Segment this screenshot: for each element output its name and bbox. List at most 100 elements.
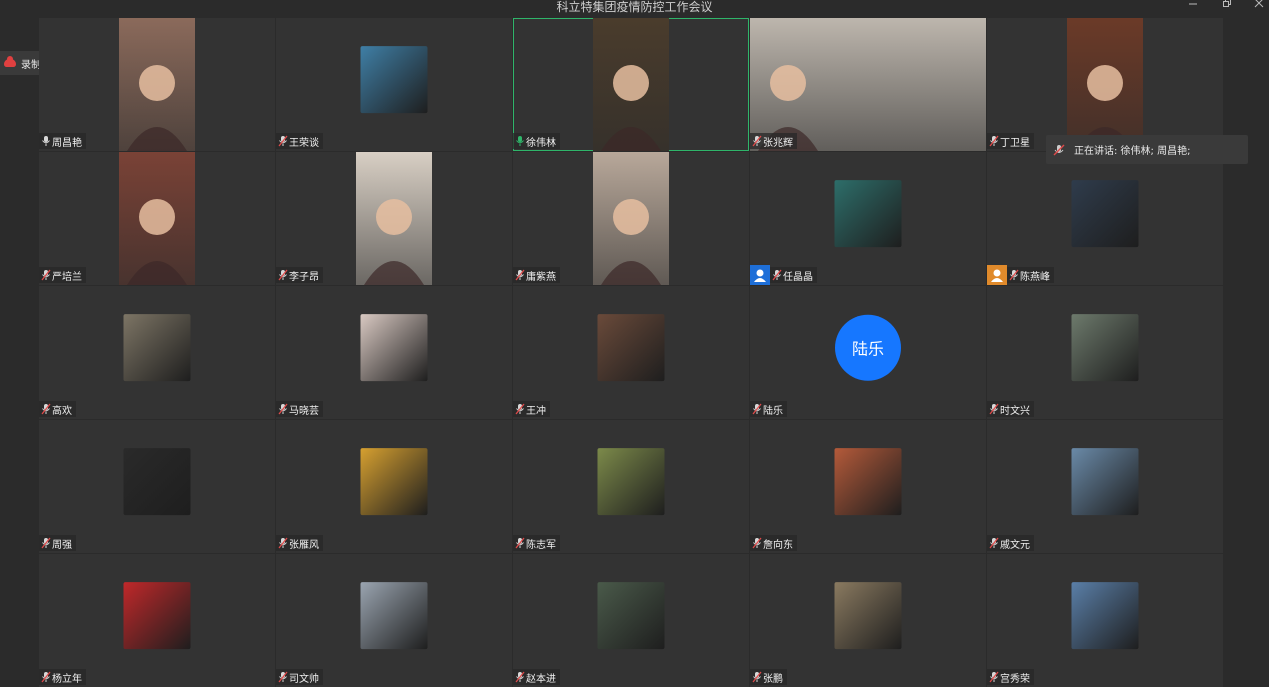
participant-tile[interactable]: 王荣谈: [276, 18, 512, 151]
participant-name: 陈志军: [526, 539, 556, 551]
profile-picture: [123, 313, 191, 381]
participant-namebar: 李子昂: [276, 267, 323, 283]
participant-tile[interactable]: 司文帅: [276, 554, 512, 687]
participant-name: 杨立年: [52, 673, 82, 685]
participant-tile[interactable]: 周昌艳: [39, 18, 275, 151]
muted-mic-icon: [41, 269, 51, 281]
participant-name: 詹向东: [763, 539, 793, 551]
participant-namebar: 司文帅: [276, 669, 323, 685]
participant-name: 陆乐: [763, 405, 783, 417]
participant-namebar: 严培兰: [39, 267, 86, 283]
muted-mic-icon: [41, 671, 51, 683]
profile-picture: [123, 581, 191, 649]
profile-picture: [360, 45, 428, 113]
participant-tile[interactable]: 杨立年: [39, 554, 275, 687]
profile-picture: [1071, 581, 1139, 649]
participant-tile[interactable]: 马晓芸: [276, 286, 512, 419]
participant-tile[interactable]: 陈燕峰: [987, 152, 1223, 285]
muted-mic-icon: [278, 269, 288, 281]
muted-mic-icon: [278, 537, 288, 549]
minimize-icon: [1189, 3, 1197, 5]
muted-mic-icon: [989, 403, 999, 415]
participant-video: [1067, 18, 1143, 151]
muted-mic-icon: [772, 269, 782, 281]
participant-name: 张鹏: [763, 673, 783, 685]
participant-namebar: 任晶晶: [750, 265, 817, 285]
participant-name: 马晓芸: [289, 405, 319, 417]
profile-picture: [834, 581, 902, 649]
participant-name: 时文兴: [1000, 405, 1030, 417]
participant-name: 王冲: [526, 405, 546, 417]
profile-picture: [834, 179, 902, 247]
muted-mic-icon: [41, 537, 51, 549]
participant-tile[interactable]: 戚文元: [987, 420, 1223, 553]
participant-name: 高欢: [52, 405, 72, 417]
user-avatar-icon: [750, 265, 770, 285]
speaking-text: 正在讲话: 徐伟林; 周昌艳;: [1074, 146, 1191, 157]
participant-tile[interactable]: 詹向东: [750, 420, 986, 553]
participant-tile[interactable]: 周强: [39, 420, 275, 553]
avatar-initials: 陆乐: [835, 314, 901, 381]
muted-mic-icon: [752, 671, 762, 683]
participant-tile[interactable]: 张雁风: [276, 420, 512, 553]
participant-tile[interactable]: 张鹏: [750, 554, 986, 687]
participant-name: 张兆辉: [763, 137, 793, 149]
muted-mic-icon: [989, 671, 999, 683]
participant-grid: 周昌艳 王荣谈 徐伟林 张兆辉 丁卫星 严培兰 李子昂 庸紫燕 任晶晶 陈燕峰 高欢 马晓芸 王冲 陆乐陆…: [39, 18, 1223, 687]
participant-tile[interactable]: 严培兰: [39, 152, 275, 285]
participant-name: 严培兰: [52, 271, 82, 283]
participant-tile[interactable]: 陆乐 陆乐: [750, 286, 986, 419]
participant-namebar: 詹向东: [750, 535, 797, 551]
user-avatar-icon: [987, 265, 1007, 285]
participant-namebar: 张兆辉: [750, 133, 797, 149]
participant-namebar: 戚文元: [987, 535, 1034, 551]
muted-mic-icon: [41, 403, 51, 415]
participant-namebar: 王荣谈: [276, 133, 323, 149]
mic-icon: [41, 135, 51, 147]
participant-tile[interactable]: 张兆辉: [750, 18, 986, 151]
profile-picture: [597, 581, 665, 649]
participant-tile[interactable]: 丁卫星: [987, 18, 1223, 151]
participant-namebar: 时文兴: [987, 401, 1034, 417]
participant-name: 王荣谈: [289, 137, 319, 149]
profile-picture: [360, 581, 428, 649]
participant-name: 徐伟林: [526, 137, 556, 149]
muted-mic-icon: [515, 269, 525, 281]
participant-namebar: 杨立年: [39, 669, 86, 685]
muted-mic-icon: [752, 537, 762, 549]
participant-video: [119, 152, 195, 285]
participant-name: 赵本进: [526, 673, 556, 685]
participant-namebar: 张雁风: [276, 535, 323, 551]
participant-tile[interactable]: 宫秀荣: [987, 554, 1223, 687]
participant-namebar: 高欢: [39, 401, 76, 417]
participant-tile[interactable]: 王冲: [513, 286, 749, 419]
muted-mic-icon: [752, 135, 762, 147]
participant-tile[interactable]: 庸紫燕: [513, 152, 749, 285]
muted-mic-icon: [278, 671, 288, 683]
participant-tile[interactable]: 任晶晶: [750, 152, 986, 285]
participant-video: [593, 152, 669, 285]
muted-mic-icon: [515, 403, 525, 415]
profile-picture: [1071, 179, 1139, 247]
participant-tile[interactable]: 时文兴: [987, 286, 1223, 419]
participant-name: 张雁风: [289, 539, 319, 551]
muted-mic-icon: [752, 403, 762, 415]
participant-tile[interactable]: 高欢: [39, 286, 275, 419]
participant-namebar: 张鹏: [750, 669, 787, 685]
profile-picture: [597, 313, 665, 381]
participant-namebar: 陈志军: [513, 535, 560, 551]
participant-tile[interactable]: 陈志军: [513, 420, 749, 553]
participant-tile[interactable]: 徐伟林: [513, 18, 749, 151]
mic-icon: [515, 135, 525, 147]
restore-button[interactable]: [1216, 0, 1238, 12]
participant-tile[interactable]: 赵本进: [513, 554, 749, 687]
close-button[interactable]: [1248, 0, 1269, 12]
profile-picture: [360, 447, 428, 515]
muted-mic-icon: [1053, 144, 1065, 155]
minimize-button[interactable]: [1182, 0, 1204, 12]
muted-mic-icon: [989, 537, 999, 549]
participant-name: 李子昂: [289, 271, 319, 283]
participant-tile[interactable]: 李子昂: [276, 152, 512, 285]
participant-name: 庸紫燕: [526, 271, 556, 283]
participant-namebar: 赵本进: [513, 669, 560, 685]
